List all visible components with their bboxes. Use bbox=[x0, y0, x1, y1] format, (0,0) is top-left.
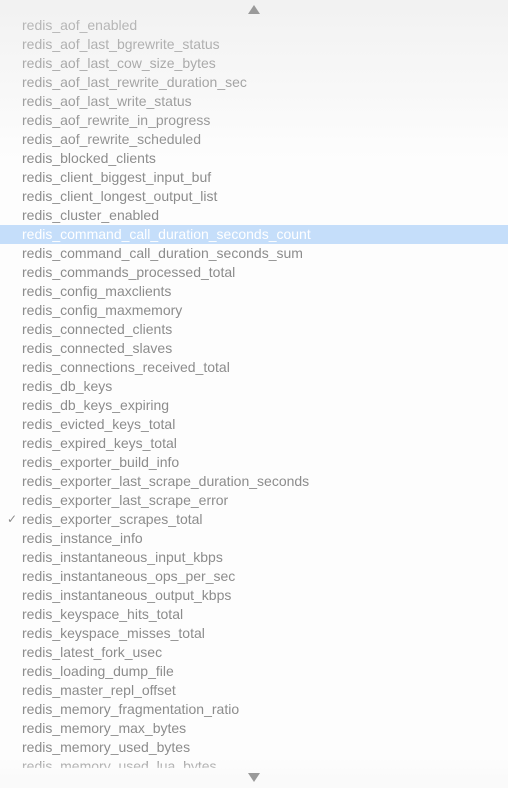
menu-item-label: redis_aof_rewrite_scheduled bbox=[22, 131, 201, 147]
menu-item[interactable]: redis_aof_last_bgrewrite_status bbox=[0, 35, 508, 54]
menu-item-label: redis_client_longest_output_list bbox=[22, 188, 218, 204]
menu-item-label: redis_exporter_build_info bbox=[22, 454, 180, 470]
menu-item[interactable]: redis_client_longest_output_list bbox=[0, 187, 508, 206]
menu-item[interactable]: redis_master_repl_offset bbox=[0, 681, 508, 700]
menu-item-label: redis_blocked_clients bbox=[22, 150, 156, 166]
menu-item[interactable]: redis_connected_slaves bbox=[0, 339, 508, 358]
menu-item-label: redis_client_biggest_input_buf bbox=[22, 169, 212, 185]
menu-item[interactable]: redis_aof_rewrite_in_progress bbox=[0, 111, 508, 130]
menu-item-label: redis_loading_dump_file bbox=[22, 663, 174, 679]
menu-item[interactable]: redis_keyspace_hits_total bbox=[0, 605, 508, 624]
menu-item-label: redis_aof_rewrite_in_progress bbox=[22, 112, 211, 128]
menu-item[interactable]: redis_instantaneous_output_kbps bbox=[0, 586, 508, 605]
menu-item-label: redis_exporter_last_scrape_error bbox=[22, 492, 229, 508]
menu-item-label: redis_memory_used_lua_bytes bbox=[22, 758, 217, 768]
menu-item-label: redis_db_keys_expiring bbox=[22, 397, 170, 413]
menu-item[interactable]: redis_connected_clients bbox=[0, 320, 508, 339]
menu-item-label: redis_instance_info bbox=[22, 530, 143, 546]
menu-item[interactable]: redis_aof_rewrite_scheduled bbox=[0, 130, 508, 149]
menu-item[interactable]: redis_exporter_build_info bbox=[0, 453, 508, 472]
menu-item-label: redis_db_keys bbox=[22, 378, 113, 394]
menu-item-label: redis_latest_fork_usec bbox=[22, 644, 163, 660]
menu-item[interactable]: redis_aof_last_cow_size_bytes bbox=[0, 54, 508, 73]
menu-item[interactable]: redis_evicted_keys_total bbox=[0, 415, 508, 434]
menu-item-label: redis_keyspace_hits_total bbox=[22, 606, 184, 622]
menu-item-label: redis_commands_processed_total bbox=[22, 264, 236, 280]
menu-item-label: redis_aof_last_bgrewrite_status bbox=[22, 36, 220, 52]
menu-item[interactable]: redis_aof_enabled bbox=[0, 16, 508, 35]
menu-item[interactable]: redis_connections_received_total bbox=[0, 358, 508, 377]
menu-item[interactable]: redis_memory_used_lua_bytes bbox=[0, 757, 508, 768]
menu-item-label: redis_aof_last_write_status bbox=[22, 93, 192, 109]
menu-item[interactable]: redis_memory_max_bytes bbox=[0, 719, 508, 738]
menu-item[interactable]: redis_aof_last_rewrite_duration_sec bbox=[0, 73, 508, 92]
menu-item-list: redis_aof_enabled redis_aof_last_bgrewrit… bbox=[0, 16, 508, 768]
menu-item[interactable]: redis_client_biggest_input_buf bbox=[0, 168, 508, 187]
menu-item-label: redis_command_call_duration_seconds_sum bbox=[22, 245, 303, 261]
menu-item-label: redis_evicted_keys_total bbox=[22, 416, 176, 432]
menu-item-label: redis_connected_clients bbox=[22, 321, 173, 337]
menu-item-label: redis_aof_enabled bbox=[22, 17, 138, 33]
menu-item-label: redis_config_maxclients bbox=[22, 283, 172, 299]
menu-item[interactable]: redis_instance_info bbox=[0, 529, 508, 548]
menu-item-label: redis_command_call_duration_seconds_coun… bbox=[22, 226, 311, 242]
menu-item-label: redis_master_repl_offset bbox=[22, 682, 176, 698]
menu-item[interactable]: redis_exporter_last_scrape_duration_seco… bbox=[0, 472, 508, 491]
menu-item-label: redis_memory_used_bytes bbox=[22, 739, 191, 755]
menu-item-label: redis_expired_keys_total bbox=[22, 435, 177, 451]
menu-item-label: redis_exporter_scrapes_total bbox=[22, 511, 203, 527]
menu-item-label: redis_instantaneous_input_kbps bbox=[22, 549, 223, 565]
menu-item[interactable]: redis_expired_keys_total bbox=[0, 434, 508, 453]
menu-item[interactable]: redis_instantaneous_ops_per_sec bbox=[0, 567, 508, 586]
menu-item[interactable]: redis_command_call_duration_seconds_sum bbox=[0, 244, 508, 263]
menu-item[interactable]: redis_aof_last_write_status bbox=[0, 92, 508, 111]
menu-item[interactable]: redis_exporter_last_scrape_error bbox=[0, 491, 508, 510]
menu-item-label: redis_cluster_enabled bbox=[22, 207, 159, 223]
menu-item[interactable]: redis_command_call_duration_seconds_coun… bbox=[0, 225, 508, 244]
menu-item-label: redis_aof_last_rewrite_duration_sec bbox=[22, 74, 247, 90]
triangle-down-icon bbox=[248, 772, 260, 782]
menu-item[interactable]: redis_db_keys_expiring bbox=[0, 396, 508, 415]
menu-item[interactable]: redis_config_maxmemory bbox=[0, 301, 508, 320]
menu-item[interactable]: redis_db_keys bbox=[0, 377, 508, 396]
menu-item[interactable]: ✓ redis_exporter_scrapes_total bbox=[0, 510, 508, 529]
menu-item-label: redis_instantaneous_output_kbps bbox=[22, 587, 232, 603]
menu-item[interactable]: redis_loading_dump_file bbox=[0, 662, 508, 681]
menu-item-label: redis_config_maxmemory bbox=[22, 302, 183, 318]
menu-item-label: redis_memory_max_bytes bbox=[22, 720, 187, 736]
scroll-down-button[interactable] bbox=[0, 768, 508, 786]
menu-item[interactable]: redis_instantaneous_input_kbps bbox=[0, 548, 508, 567]
menu-item-label: redis_exporter_last_scrape_duration_seco… bbox=[22, 473, 310, 489]
menu-item-label: redis_connections_received_total bbox=[22, 359, 230, 375]
menu-item-label: redis_keyspace_misses_total bbox=[22, 625, 205, 641]
menu-item[interactable]: redis_memory_fragmentation_ratio bbox=[0, 700, 508, 719]
metric-dropdown-menu: redis_aof_enabled redis_aof_last_bgrewrit… bbox=[0, 0, 508, 788]
triangle-up-icon bbox=[248, 4, 260, 14]
menu-item[interactable]: redis_keyspace_misses_total bbox=[0, 624, 508, 643]
menu-item[interactable]: redis_blocked_clients bbox=[0, 149, 508, 168]
menu-item-label: redis_connected_slaves bbox=[22, 340, 173, 356]
menu-item[interactable]: redis_memory_used_bytes bbox=[0, 738, 508, 757]
checkmark-icon: ✓ bbox=[6, 512, 18, 526]
menu-item[interactable]: redis_commands_processed_total bbox=[0, 263, 508, 282]
menu-item[interactable]: redis_config_maxclients bbox=[0, 282, 508, 301]
menu-item-label: redis_instantaneous_ops_per_sec bbox=[22, 568, 236, 584]
menu-item[interactable]: redis_latest_fork_usec bbox=[0, 643, 508, 662]
menu-item[interactable]: redis_cluster_enabled bbox=[0, 206, 508, 225]
menu-item-label: redis_aof_last_cow_size_bytes bbox=[22, 55, 216, 71]
scroll-up-button[interactable] bbox=[0, 0, 508, 18]
menu-item-label: redis_memory_fragmentation_ratio bbox=[22, 701, 240, 717]
